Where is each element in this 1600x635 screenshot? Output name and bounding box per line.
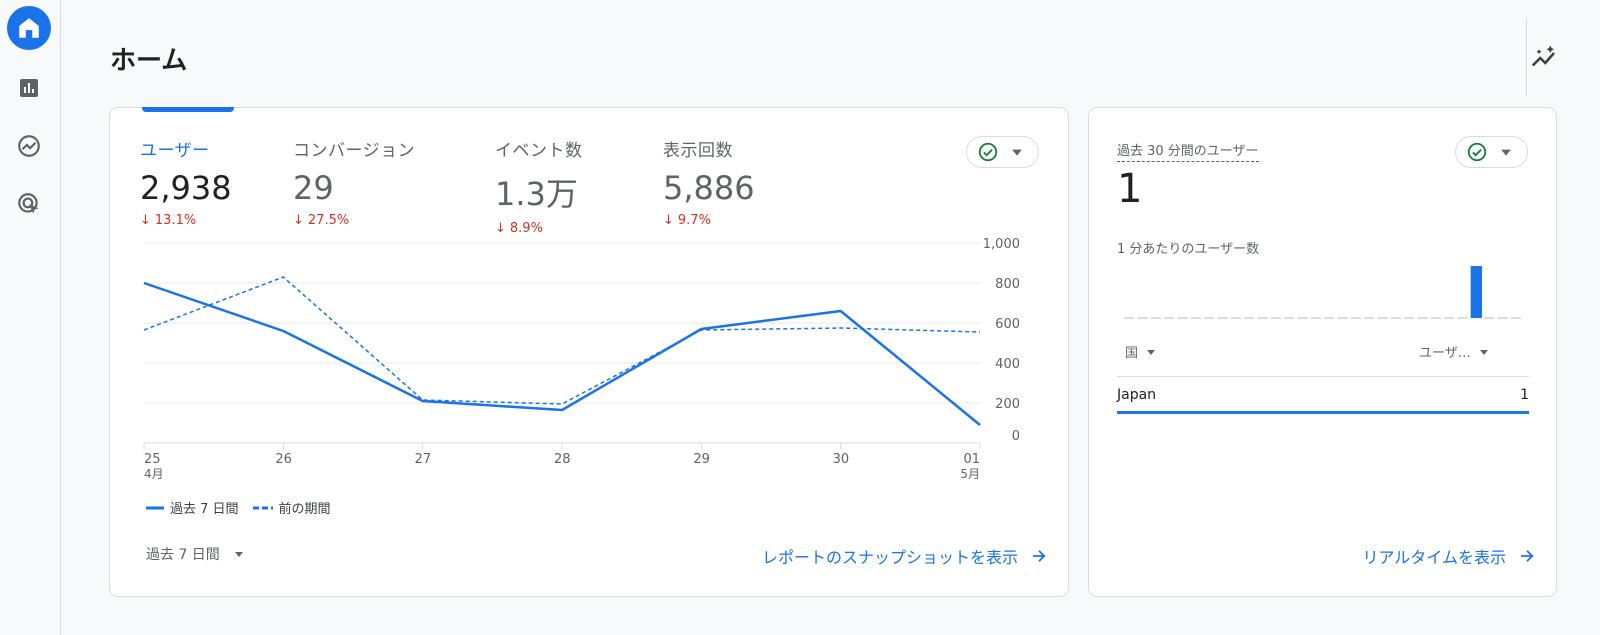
minute-bar <box>1244 317 1255 319</box>
minute-bar <box>1484 317 1495 319</box>
table-header-divider <box>1117 376 1529 377</box>
x-tick-label: 01 <box>963 452 980 467</box>
home-icon <box>19 18 39 38</box>
view-snapshot-label: レポートのスナップショットを表示 <box>761 548 1018 567</box>
explore-icon <box>18 135 40 157</box>
page-title: ホーム <box>110 46 188 76</box>
nav-home-button[interactable] <box>7 6 51 50</box>
minute-bar <box>1457 317 1468 319</box>
users-line-chart: 1,000 800 600 400 200 0 254月 26 27 28 29 30 015月 <box>143 237 1020 481</box>
y-tick-label: 0 <box>1012 429 1020 444</box>
insights-sparkle-icon <box>1531 45 1555 67</box>
x-tick-label: 28 <box>554 452 571 467</box>
caret-down-icon <box>1501 149 1511 156</box>
period-selector[interactable]: 過去 7 日間 <box>146 544 244 564</box>
minute-bar <box>1364 317 1375 319</box>
x-tick-label: 30 <box>833 452 850 467</box>
users-header-label: ユーザ… <box>1419 346 1471 361</box>
x-tick-label: 26 <box>275 452 292 467</box>
x-tick-label: 27 <box>415 452 432 467</box>
minute-bar <box>1284 317 1295 319</box>
minute-bar <box>1430 317 1441 319</box>
per-minute-label: 1 分あたりのユーザー数 <box>1117 242 1260 257</box>
insights-button[interactable] <box>1526 40 1562 76</box>
caret-down-icon <box>234 552 243 557</box>
caret-down-icon <box>1147 349 1156 355</box>
per-minute-bar-chart <box>1124 266 1521 319</box>
minute-bar <box>1217 317 1228 319</box>
minute-bar <box>1297 317 1308 319</box>
overview-card: ユーザー 2,938 ↓ 13.1% コンバージョン 29 ↓ 27.5% イベント… <box>109 107 1069 597</box>
users-column-header[interactable]: ユーザ… <box>1419 342 1489 361</box>
minute-bar <box>1324 317 1335 319</box>
view-realtime-label: リアルタイムを表示 <box>1362 548 1506 567</box>
minute-bar <box>1164 317 1175 319</box>
caret-down-icon <box>1479 349 1488 355</box>
y-tick-label: 800 <box>995 277 1020 292</box>
minute-bar <box>1350 317 1361 319</box>
users-cell: 1 <box>1520 386 1529 403</box>
check-circle-icon <box>1467 142 1487 162</box>
legend-solid-swatch <box>146 506 164 509</box>
country-cell: Japan <box>1117 386 1157 403</box>
minute-bar <box>1510 317 1521 319</box>
period-selector-label: 過去 7 日間 <box>146 547 220 563</box>
minute-bar <box>1337 317 1348 319</box>
minute-bar <box>1470 266 1482 318</box>
minute-bar <box>1150 317 1161 319</box>
minute-bar <box>1310 317 1321 319</box>
y-tick-label: 600 <box>995 317 1020 332</box>
y-tick-label: 200 <box>995 397 1020 412</box>
legend-current-label: 過去 7 日間 <box>170 502 239 517</box>
y-tick-label: 1,000 <box>983 237 1020 252</box>
minute-bar <box>1257 317 1268 319</box>
minute-bar <box>1390 317 1401 319</box>
table-row[interactable]: Japan 1 <box>1117 378 1529 414</box>
x-tick-label: 29 <box>693 452 710 467</box>
bar-chart-icon <box>20 79 38 97</box>
minute-bar <box>1497 317 1508 319</box>
realtime-user-count: 1 <box>1117 166 1143 212</box>
minute-bar <box>1404 317 1415 319</box>
country-header-label: 国 <box>1125 346 1139 361</box>
x-tick-sublabel: 5月 <box>960 467 980 481</box>
target-cursor-icon <box>18 193 39 214</box>
nav-explore-button[interactable] <box>7 124 51 168</box>
realtime-card: 過去 30 分間のユーザー 1 1 分あたりのユーザー数 国 ユーザ… Japa… <box>1088 107 1557 597</box>
arrow-right-icon <box>1521 550 1534 562</box>
chart-legend: 過去 7 日間 前の期間 <box>146 498 331 517</box>
series-line-current <box>143 281 981 426</box>
y-tick-label: 400 <box>995 357 1020 372</box>
minute-bar <box>1270 317 1281 319</box>
arrow-right-icon <box>1033 550 1046 562</box>
minute-bar <box>1177 317 1188 319</box>
legend-current: 過去 7 日間 <box>146 498 239 517</box>
realtime-status-button[interactable] <box>1455 136 1528 168</box>
legend-previous-label: 前の期間 <box>278 502 331 517</box>
minute-bar <box>1417 317 1428 319</box>
legend-previous: 前の期間 <box>252 498 331 517</box>
view-snapshot-link[interactable]: レポートのスナップショットを表示 <box>762 544 1048 568</box>
minute-bar <box>1124 317 1135 319</box>
minute-bar <box>1204 317 1215 319</box>
minute-bar <box>1190 317 1201 319</box>
view-realtime-link[interactable]: リアルタイムを表示 <box>1362 544 1536 568</box>
nav-reports-button[interactable] <box>7 66 51 110</box>
left-nav-rail <box>0 0 61 635</box>
minute-bar <box>1444 317 1455 319</box>
series-line-previous <box>143 276 981 405</box>
realtime-title[interactable]: 過去 30 分間のユーザー <box>1117 140 1259 162</box>
minute-bar <box>1377 317 1388 319</box>
x-tick-sublabel: 4月 <box>144 467 164 481</box>
legend-dashed-swatch <box>252 506 273 509</box>
minute-bar <box>1137 317 1148 319</box>
minute-bar <box>1230 317 1241 319</box>
country-column-header[interactable]: 国 <box>1125 342 1156 361</box>
nav-advertising-button[interactable] <box>7 182 51 226</box>
x-tick-label: 25 <box>144 452 161 467</box>
